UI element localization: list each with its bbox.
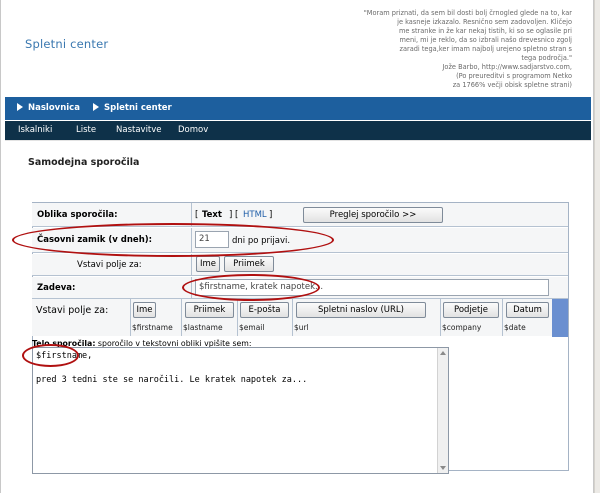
scroll-up-icon[interactable]	[440, 351, 446, 355]
bracket: ]	[269, 210, 273, 220]
insert-field-row: Vstavi polje za: Ime Priimek	[32, 254, 568, 276]
divider	[181, 299, 182, 336]
quote-line: meni, mi je reklo, da so izbrali našo dr…	[399, 36, 573, 44]
bracket: ] [	[229, 210, 239, 220]
quote-line: "Moram priznati, da sem bil dosti bolj č…	[363, 9, 572, 17]
insert-field-label: Vstavi polje za:	[77, 260, 142, 270]
quote-line: za 1766% večji obisk spletne strani)	[452, 81, 572, 89]
quote-line: me stranke in že kar nekaj tistih, ki so…	[398, 27, 572, 35]
insert-company-button[interactable]: Podjetje	[443, 302, 499, 318]
breadcrumb-label: Naslovnica	[28, 103, 80, 113]
annotation-ellipse	[12, 223, 334, 257]
quote-line: zaradi tega,ker imam najbolj urejeno spl…	[399, 45, 572, 53]
page: Spletni center "Moram priznati, da sem b…	[0, 0, 594, 493]
preview-button[interactable]: Preglej sporočilo >>	[303, 207, 443, 223]
insert-date-button[interactable]: Datum	[506, 302, 549, 318]
site-title[interactable]: Spletni center	[25, 37, 108, 51]
menu-item-liste[interactable]: Liste	[76, 125, 96, 135]
arrow-right-icon	[93, 103, 99, 111]
row-accent	[552, 299, 568, 337]
menu-item-domov[interactable]: Domov	[178, 125, 208, 135]
main-menu: Iskalniki Liste Nastavitve Domov	[5, 121, 591, 140]
insert-lastname-button[interactable]: Priimek	[224, 256, 274, 272]
variable-name: $email	[239, 323, 265, 332]
testimonial-quote: "Moram priznati, da sem bil dosti bolj č…	[327, 9, 572, 90]
variable-name: $firstname	[132, 323, 173, 332]
divider	[502, 299, 503, 336]
insert-lastname-button[interactable]: Priimek	[185, 302, 234, 318]
annotation-ellipse	[182, 274, 320, 301]
divider	[5, 140, 591, 141]
insert-url-button[interactable]: Spletni naslov (URL)	[296, 302, 426, 318]
format-text-option[interactable]: Text	[202, 210, 222, 220]
quote-line: je kasneje izkazalo. Resnično sem zadovo…	[397, 18, 572, 26]
format-html-option[interactable]: HTML	[243, 210, 267, 220]
divider	[292, 299, 293, 336]
page-title: Samodejna sporočila	[28, 157, 140, 168]
divider	[237, 299, 238, 336]
subject-label-cell: Zadeva:	[32, 277, 192, 298]
variable-name: $date	[504, 323, 526, 332]
subject-label: Zadeva:	[37, 283, 76, 293]
textarea-scrollbar[interactable]	[437, 348, 448, 473]
insert-field-toolbar: Vstavi polje za: Ime Priimek E-pošta Spl…	[32, 299, 552, 336]
variable-name: $lastname	[183, 323, 223, 332]
breadcrumb-item-home[interactable]: Naslovnica	[17, 103, 80, 113]
insert-firstname-button[interactable]: Ime	[196, 256, 220, 272]
divider	[130, 299, 131, 336]
insert-field-label: Vstavi polje za:	[36, 305, 109, 316]
quote-line: (Po preureditvi s programom Netko	[456, 72, 572, 80]
bracket: [	[195, 210, 199, 220]
insert-firstname-button[interactable]: Ime	[133, 302, 156, 318]
breadcrumb-label: Spletni center	[104, 103, 172, 113]
quote-line: Jože Barbo, http://www.sadjarstvo.com,	[442, 63, 572, 71]
variable-name: $company	[442, 323, 482, 332]
menu-item-iskalniki[interactable]: Iskalniki	[18, 125, 52, 135]
window-scrollbar[interactable]	[594, 0, 600, 493]
scroll-down-icon[interactable]	[440, 466, 446, 470]
format-label: Oblika sporočila:	[37, 210, 118, 220]
breadcrumb: Naslovnica Spletni center	[5, 97, 591, 120]
menu-item-nastavitve[interactable]: Nastavitve	[116, 125, 162, 135]
divider	[440, 299, 441, 336]
message-body-textarea[interactable]: $firstname, pred 3 tedni ste se naročili…	[32, 347, 449, 474]
annotation-ellipse	[22, 344, 79, 367]
body-line: pred 3 tedni ste se naročili. Le kratek …	[36, 375, 308, 385]
insert-email-button[interactable]: E-pošta	[240, 302, 289, 318]
insert-field-label-cell: Vstavi polje za:	[32, 254, 192, 275]
variable-name: $url	[294, 323, 309, 332]
arrow-right-icon	[17, 103, 23, 111]
quote-line: tega področja."	[521, 54, 572, 62]
breadcrumb-item-current[interactable]: Spletni center	[93, 103, 172, 113]
